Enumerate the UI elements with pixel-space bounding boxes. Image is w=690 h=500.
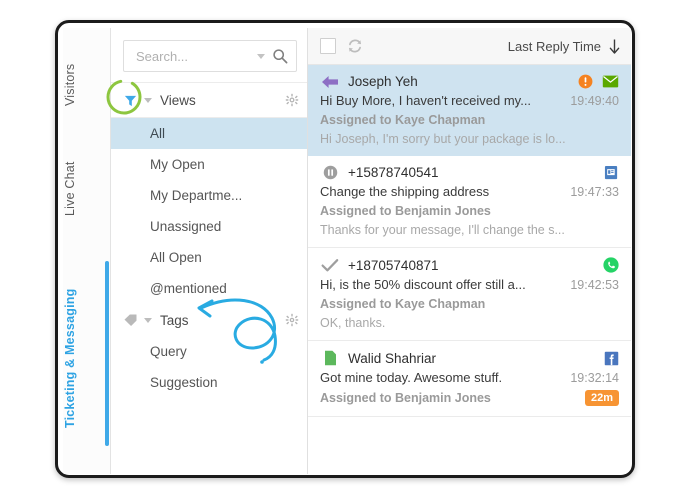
conversation-assignee-row: Assigned to Kaye Chapman (320, 113, 619, 127)
tags-settings-gear-icon[interactable] (285, 313, 299, 327)
rail-tab-live-chat-label: Live Chat (63, 161, 77, 217)
conversation-row[interactable]: +15878740541 Change the shipping address… (308, 156, 631, 248)
conversation-list: Last Reply Time Joseph Yeh Hi Buy More, … (308, 28, 631, 474)
conversation-name: Walid Shahriar (348, 350, 437, 366)
tags-group-header[interactable]: Tags (111, 304, 307, 336)
search-box[interactable] (123, 40, 297, 72)
conversation-subject: Change the shipping address (320, 184, 490, 199)
sort-control[interactable]: Last Reply Time (508, 38, 621, 55)
sidebar-item-all-open[interactable]: All Open (111, 242, 307, 273)
conversation-subject-row: Change the shipping address 19:47:33 (320, 184, 619, 199)
conversation-top-row: Walid Shahriar (320, 350, 619, 366)
conversation-badges (604, 351, 619, 366)
screenshot-root: Visitors Live Chat Ticketing & Messaging (0, 0, 690, 500)
conversation-preview: Thanks for your message, I'll change the… (320, 223, 565, 237)
search-icon[interactable] (272, 48, 288, 64)
rail-active-indicator (105, 261, 109, 446)
conversation-assignee-row: Assigned to Benjamin Jones (320, 204, 619, 218)
conversation-badges (578, 74, 619, 89)
sidebar-item-query-label: Query (150, 344, 187, 359)
sidebar-item-my-open-label: My Open (150, 157, 205, 172)
views-group-header[interactable]: Views (111, 83, 307, 118)
sidebar-item-my-department-label: My Departme... (150, 188, 243, 203)
conversation-name: +15878740541 (348, 165, 439, 180)
tag-icon[interactable] (119, 313, 141, 328)
sidebar-item-query[interactable]: Query (111, 336, 307, 367)
conversation-top-row: Joseph Yeh (320, 74, 619, 89)
arrow-down-icon[interactable] (608, 38, 621, 55)
conversation-top-row: +18705740871 (320, 257, 619, 273)
conversation-badges (604, 165, 619, 180)
product-rail: Visitors Live Chat Ticketing & Messaging (63, 28, 125, 474)
pause-icon (320, 165, 340, 180)
views-sidebar: Views (111, 28, 308, 474)
conversation-assignee-row: Assigned to Kaye Chapman (320, 297, 619, 311)
conversation-subject-row: Hi, is the 50% discount offer still a...… (320, 277, 619, 292)
views-group-chevron-down-icon[interactable] (144, 97, 152, 103)
app-window-frame: Visitors Live Chat Ticketing & Messaging (55, 20, 635, 478)
filter-funnel-icon[interactable] (119, 93, 141, 108)
sidebar-item-all[interactable]: All (111, 118, 307, 149)
search-section (111, 28, 307, 83)
refresh-icon[interactable] (347, 38, 363, 54)
rail-tab-ticketing-messaging[interactable]: Ticketing & Messaging (63, 268, 110, 448)
conversation-name: Joseph Yeh (348, 74, 418, 89)
conversation-preview: Hi Joseph, I'm sorry but your package is… (320, 132, 566, 146)
reply-arrow-icon (320, 75, 340, 89)
conversation-assignee: Assigned to Benjamin Jones (320, 391, 491, 405)
conversation-badges (603, 257, 619, 273)
conversation-list-header: Last Reply Time (308, 28, 631, 65)
conversation-subject-row: Got mine today. Awesome stuff. 19:32:14 (320, 370, 619, 385)
sidebar-item-suggestion-label: Suggestion (150, 375, 218, 390)
sidebar-item-all-label: All (150, 126, 166, 141)
conversation-row[interactable]: +18705740871 Hi, is the 50% discount off… (308, 248, 631, 341)
rail-tab-ticketing-messaging-label: Ticketing & Messaging (63, 288, 77, 428)
sidebar-item-unassigned-label: Unassigned (150, 219, 222, 234)
conversation-assignee: Assigned to Kaye Chapman (320, 297, 486, 311)
views-settings-gear-icon[interactable] (285, 93, 299, 107)
conversation-preview: OK, thanks. (320, 316, 386, 330)
sidebar-item-my-open[interactable]: My Open (111, 149, 307, 180)
search-input[interactable] (134, 47, 257, 65)
app-container: Visitors Live Chat Ticketing & Messaging (63, 28, 631, 474)
tags-group-chevron-down-icon[interactable] (144, 317, 152, 323)
conversation-subject: Hi Buy More, I haven't received my... (320, 93, 532, 108)
tags-group-label: Tags (160, 312, 189, 328)
conversation-time: 19:47:33 (570, 185, 619, 199)
conversation-row[interactable]: Joseph Yeh Hi Buy More, I haven't receiv… (308, 65, 631, 156)
sidebar-item-all-open-label: All Open (150, 250, 202, 265)
rail-tab-visitors-label: Visitors (63, 63, 77, 107)
conversation-row[interactable]: Walid Shahriar Got mine today. Awesome s… (308, 341, 631, 417)
select-all-checkbox[interactable] (320, 38, 336, 54)
conversation-assignee: Assigned to Benjamin Jones (320, 204, 491, 218)
status-badge: 22m (584, 390, 619, 406)
conversation-subject-row: Hi Buy More, I haven't received my... 19… (320, 93, 619, 108)
conversation-assignee: Assigned to Kaye Chapman (320, 113, 486, 127)
alert-exclamation-icon[interactable] (578, 74, 593, 89)
conversation-time: 19:32:14 (570, 371, 619, 385)
rail-tab-visitors[interactable]: Visitors (63, 50, 110, 120)
conversation-subject: Got mine today. Awesome stuff. (320, 370, 503, 385)
sms-icon[interactable] (604, 165, 619, 180)
conversation-time: 19:42:53 (570, 278, 619, 292)
sidebar-item-suggestion[interactable]: Suggestion (111, 367, 307, 398)
conversation-subject: Hi, is the 50% discount offer still a... (320, 277, 526, 292)
conversation-top-row: +15878740541 (320, 165, 619, 180)
rail-tab-live-chat[interactable]: Live Chat (63, 152, 110, 226)
whatsapp-icon[interactable] (603, 257, 619, 273)
check-icon (320, 258, 340, 273)
conversation-name: +18705740871 (348, 257, 439, 273)
email-envelope-icon[interactable] (602, 75, 619, 88)
sidebar-item-mentioned-label: @mentioned (150, 281, 227, 296)
views-group-label: Views (160, 92, 196, 108)
sidebar-item-my-department[interactable]: My Departme... (111, 180, 307, 211)
conversation-assignee-row: Assigned to Benjamin Jones 22m (320, 390, 619, 406)
sidebar-item-mentioned[interactable]: @mentioned (111, 273, 307, 304)
facebook-icon[interactable] (604, 351, 619, 366)
sort-label: Last Reply Time (507, 38, 601, 54)
search-scope-chevron-down-icon[interactable] (257, 53, 265, 59)
note-page-icon (320, 350, 340, 366)
sidebar-item-unassigned[interactable]: Unassigned (111, 211, 307, 242)
conversation-time: 19:49:40 (570, 94, 619, 108)
